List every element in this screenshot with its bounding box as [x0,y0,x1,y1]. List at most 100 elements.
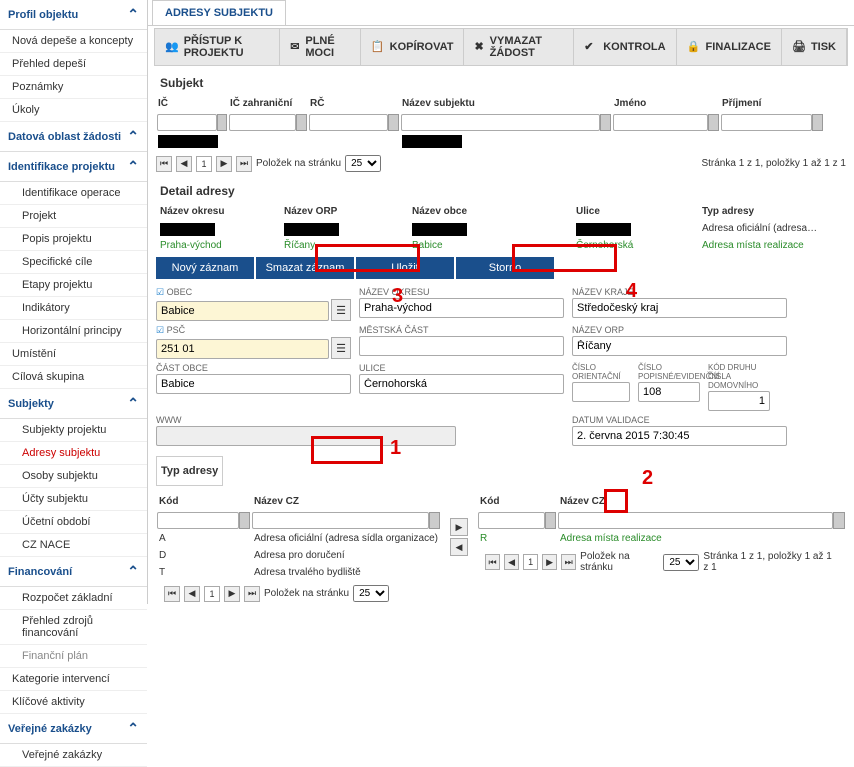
obec-lookup-icon[interactable]: ☰ [331,299,351,321]
typ-left-kod-filter[interactable] [157,512,239,529]
filter-icon[interactable] [812,114,823,131]
sidebar-item[interactable]: Horizontální principy [0,320,147,343]
sidebar-item[interactable]: Nová depeše a koncepty [0,30,147,53]
filter-input[interactable] [309,114,388,131]
filter-icon[interactable] [388,114,399,131]
typ-right-nazev-filter[interactable] [558,512,833,529]
sidebar-item[interactable]: Indikátory [0,297,147,320]
pager-size[interactable]: 25 [663,554,699,571]
sidebar-item[interactable]: Popis projektu [0,228,147,251]
pager-last[interactable]: ⏭ [236,156,252,172]
sidebar-group[interactable]: Subjekty⌃ [0,389,147,419]
pager-size[interactable]: 25 [345,155,381,172]
www-input[interactable] [156,426,456,446]
psc-lookup-icon[interactable]: ☰ [331,337,351,359]
pager-prev[interactable]: ◀ [184,586,200,602]
filter-icon[interactable] [429,512,440,529]
filter-icon[interactable] [833,512,845,529]
move-left-button[interactable]: ◀ [450,538,468,556]
sidebar-group[interactable]: Klíčové aktivity [0,691,147,714]
filter-icon[interactable] [296,114,307,131]
mestska-cast-input[interactable] [359,336,564,356]
sidebar-item[interactable]: Specifické cíle [0,251,147,274]
psc-input[interactable] [156,339,329,359]
pager-page[interactable]: 1 [523,554,538,570]
sidebar-group[interactable]: Cílová skupina [0,366,147,389]
filter-input[interactable] [613,114,708,131]
typ-left-nazev-filter[interactable] [252,512,429,529]
filter-input[interactable] [401,114,600,131]
sidebar-item[interactable]: Identifikace operace [0,182,147,205]
sidebar-group[interactable]: Profil objektu⌃ [0,0,147,30]
sidebar-item[interactable]: Adresy subjektu [0,442,147,465]
nazev-orp-input[interactable] [572,336,787,356]
detail-row[interactable]: Adresa oficiální (adresa sídla or… [156,221,846,238]
sidebar-group[interactable]: Financování⌃ [0,557,147,587]
toolbar-tisk[interactable]: 🖨TISK [782,29,847,65]
cislo-orient-input[interactable] [572,382,630,402]
detail-row[interactable]: Praha-východŘíčanyBabiceČernohorskáAdres… [156,238,846,253]
typ-row[interactable]: TAdresa trvalého bydliště [156,564,441,581]
kod-druhu-input[interactable] [708,391,770,411]
pager-page[interactable]: 1 [204,586,220,602]
novy-zaznam-button[interactable]: Nový záznam [156,257,256,279]
toolbar-vymazat-žádost[interactable]: ✖VYMAZAT ŽÁDOST [464,29,574,65]
pager-page[interactable]: 1 [196,156,212,172]
sidebar-group[interactable]: Identifikace projektu⌃ [0,152,147,182]
sidebar-item[interactable]: Účetní období [0,511,147,534]
filter-icon[interactable] [545,512,556,529]
pager-next[interactable]: ▶ [542,554,557,570]
pager-size[interactable]: 25 [353,585,389,602]
pager-last[interactable]: ⏭ [561,554,576,570]
pager-last[interactable]: ⏭ [244,586,260,602]
cislo-pop-input[interactable] [638,382,700,402]
filter-icon[interactable] [708,114,719,131]
filter-input[interactable] [721,114,812,131]
typ-row[interactable]: RAdresa místa realizace [477,530,846,547]
sidebar-item[interactable]: Přehled depeší [0,53,147,76]
sidebar-item[interactable]: Projekt [0,205,147,228]
sidebar-item[interactable]: Poznámky [0,76,147,99]
sidebar-item[interactable]: Rozpočet základní [0,587,147,610]
datum-validace-input[interactable] [572,426,787,446]
pager-prev[interactable]: ◀ [176,156,192,172]
sidebar-item[interactable]: Přehled zdrojů financování [0,610,147,645]
filter-input[interactable] [157,114,217,131]
toolbar-finalizace[interactable]: 🔒FINALIZACE [677,29,782,65]
sidebar-item[interactable]: Etapy projektu [0,274,147,297]
sidebar-item[interactable]: Finanční plán [0,645,147,668]
pager-prev[interactable]: ◀ [504,554,519,570]
pager-first[interactable]: ⏮ [156,156,172,172]
pager-first[interactable]: ⏮ [164,586,180,602]
pager-next[interactable]: ▶ [216,156,232,172]
nazev-okresu-input[interactable] [359,298,564,318]
typ-right-kod-filter[interactable] [478,512,545,529]
pager-next[interactable]: ▶ [224,586,240,602]
filter-icon[interactable] [217,114,227,131]
typ-row[interactable]: DAdresa pro doručení [156,547,441,564]
sidebar-item[interactable]: Osoby subjektu [0,465,147,488]
move-right-button[interactable]: ▶ [450,518,468,536]
toolbar-kopírovat[interactable]: 📋KOPÍROVAT [361,29,465,65]
sidebar-item[interactable]: Veřejné zakázky [0,744,147,767]
sidebar-group[interactable]: Veřejné zakázky⌃ [0,714,147,744]
filter-input[interactable] [229,114,296,131]
ulozit-button[interactable]: Uložit [356,257,456,279]
toolbar-přístup-k-projektu[interactable]: 👥PŘÍSTUP K PROJEKTU [155,29,280,65]
sidebar-group[interactable]: Umístění [0,343,147,366]
tab-adresy-subjektu[interactable]: ADRESY SUBJEKTU [152,0,286,25]
toolbar-plné-moci[interactable]: ✉PLNÉ MOCI [280,29,360,65]
sidebar-item[interactable]: CZ NACE [0,534,147,557]
filter-icon[interactable] [239,512,250,529]
cast-obce-input[interactable] [156,374,351,394]
sidebar-group[interactable]: Kategorie intervencí [0,668,147,691]
sidebar-item[interactable]: Úkoly [0,99,147,122]
nazev-kraje-input[interactable] [572,298,787,318]
sidebar-group[interactable]: Datová oblast žádosti⌃ [0,122,147,152]
smazat-zaznam-button[interactable]: Smazat záznam [256,257,356,279]
toolbar-kontrola[interactable]: ✔KONTROLA [574,29,676,65]
sidebar-item[interactable]: Účty subjektu [0,488,147,511]
ulice-input[interactable] [359,374,564,394]
filter-icon[interactable] [600,114,611,131]
obec-input[interactable] [156,301,329,321]
